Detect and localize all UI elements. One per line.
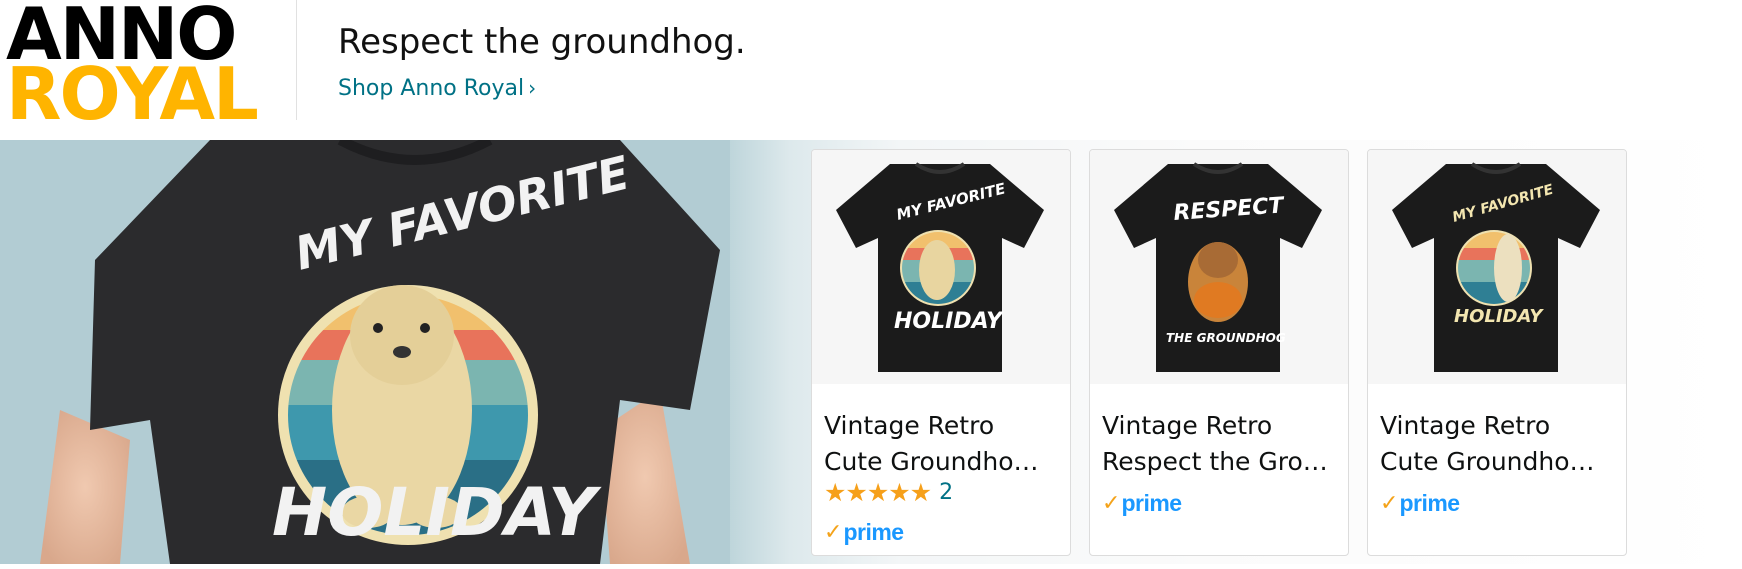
shop-brand-link[interactable]: Shop Anno Royal › — [338, 76, 536, 101]
prime-label: prime — [843, 519, 904, 545]
hero-shirt-text-bottom: HOLIDAY — [272, 474, 602, 551]
product-card[interactable]: MY FAVORITE HOLIDAY Vintage Retro Cute G… — [1367, 149, 1627, 556]
header-divider — [296, 0, 297, 120]
shop-link-label: Shop Anno Royal — [338, 76, 525, 101]
product-card[interactable]: MY FAVORITE HOLIDAY Vintage Retro Cute G… — [811, 149, 1071, 556]
product-title[interactable]: Vintage Retro Respect the Gro… — [1102, 408, 1338, 480]
brand-header: ANNO ROYAL Respect the groundhog. Shop A… — [0, 0, 1742, 140]
product-image: MY FAVORITE HOLIDAY — [812, 150, 1070, 384]
product-art-text-bottom: THE GROUNDHOG — [1166, 331, 1286, 345]
brand-logo[interactable]: ANNO ROYAL — [0, 0, 262, 136]
product-title-line-2: Respect the Gro… — [1102, 447, 1328, 476]
logo-line-2: ROYAL — [6, 52, 259, 136]
prime-check-icon: ✓ — [1102, 491, 1121, 516]
product-art-text-bottom: HOLIDAY — [894, 309, 1004, 334]
prime-badge: ✓ prime — [1380, 490, 1460, 517]
product-title-line-1: Vintage Retro — [1380, 411, 1551, 440]
product-title-line-2: Cute Groundho… — [1380, 447, 1595, 476]
prime-badge: ✓ prime — [1102, 490, 1182, 517]
prime-check-icon: ✓ — [1380, 491, 1399, 516]
headline: Respect the groundhog. — [338, 22, 746, 62]
product-title-line-1: Vintage Retro — [824, 411, 995, 440]
product-title[interactable]: Vintage Retro Cute Groundho… — [1380, 408, 1616, 480]
chevron-right-icon: › — [528, 76, 537, 100]
product-title[interactable]: Vintage Retro Cute Groundho… — [824, 408, 1060, 480]
product-art-text-bottom: HOLIDAY — [1454, 306, 1544, 327]
hero-shirt-illustration: MY FAVORITE HOLIDAY — [0, 135, 730, 564]
rating-count[interactable]: 2 — [939, 480, 953, 505]
prime-label: prime — [1121, 490, 1182, 516]
prime-label: prime — [1399, 490, 1460, 516]
prime-badge: ✓ prime — [824, 519, 904, 546]
product-image: RESPECT THE GROUNDHOG — [1090, 150, 1348, 384]
hero-image[interactable]: MY FAVORITE HOLIDAY — [0, 135, 730, 564]
product-image: MY FAVORITE HOLIDAY — [1368, 150, 1626, 384]
product-title-line-1: Vintage Retro — [1102, 411, 1273, 440]
promo-banner: MY FAVORITE HOLIDAY MY FAVORITE HOLIDAY — [0, 135, 1742, 564]
prime-check-icon: ✓ — [824, 520, 843, 545]
product-title-line-2: Cute Groundho… — [824, 447, 1039, 476]
star-icon: ★★★★★ — [824, 477, 932, 507]
star-rating[interactable]: ★★★★★ 2 — [824, 477, 953, 507]
product-card[interactable]: RESPECT THE GROUNDHOG Vintage Retro Resp… — [1089, 149, 1349, 556]
